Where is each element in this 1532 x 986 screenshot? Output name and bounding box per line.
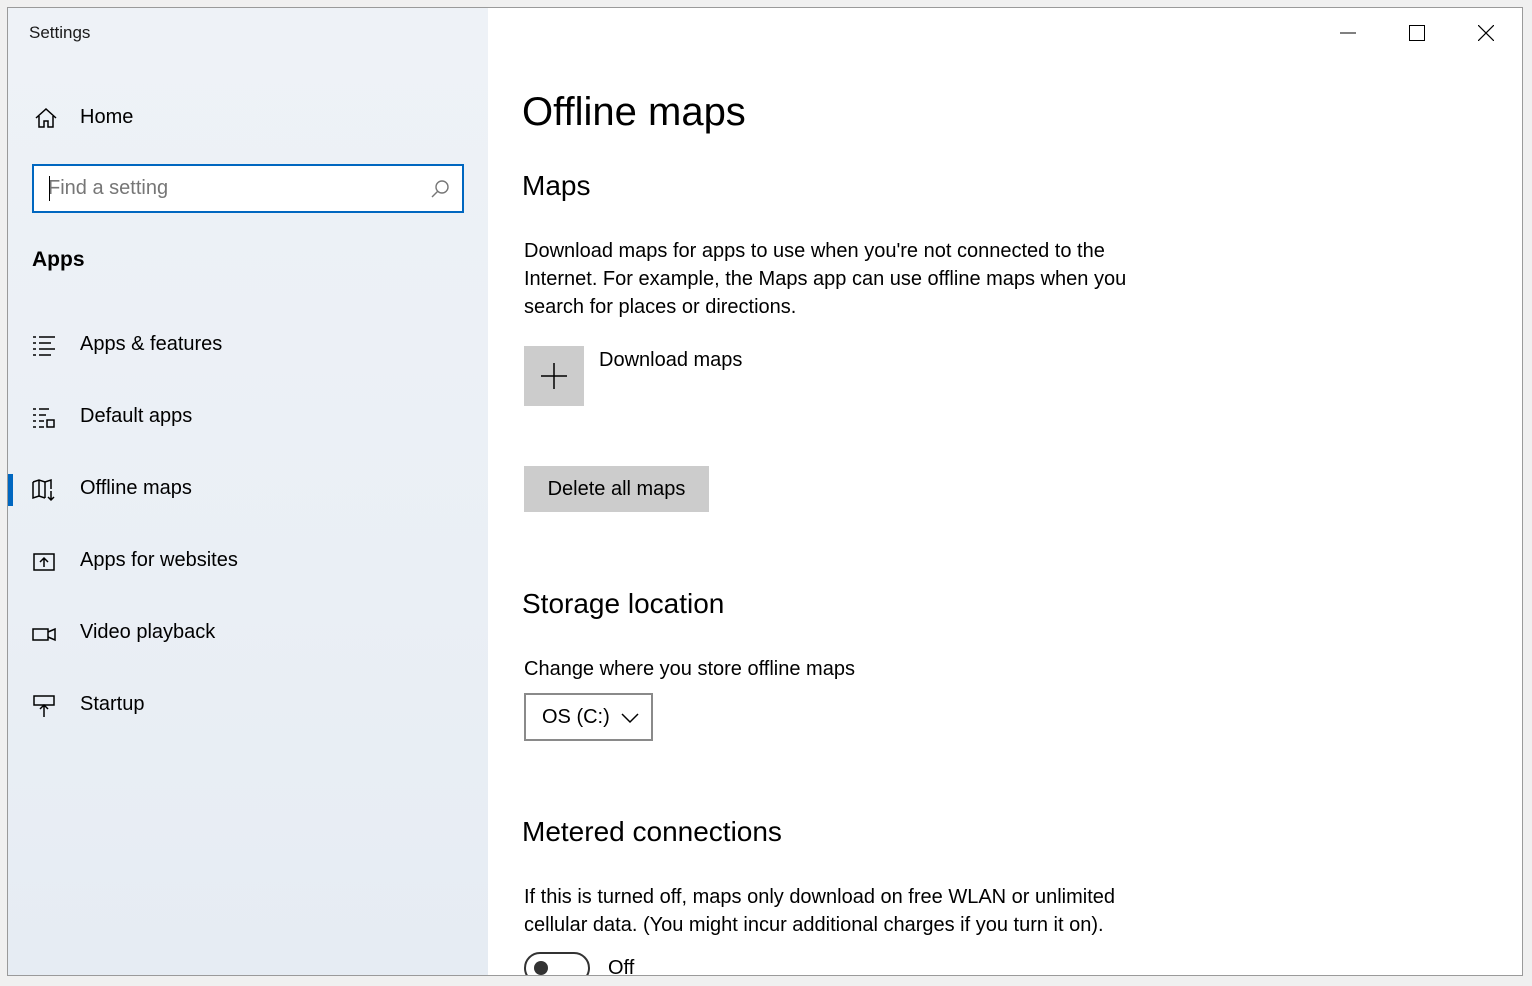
metered-connections-description: If this is turned off, maps only downloa… — [524, 886, 1116, 936]
search-icon[interactable] — [430, 179, 450, 199]
video-camera-icon — [32, 622, 56, 646]
delete-all-maps-button[interactable]: Delete all maps — [524, 466, 709, 512]
sidebar-item-label: Apps & features — [80, 333, 223, 355]
sidebar-item-video-playback[interactable]: Video playback — [8, 606, 488, 662]
home-icon — [34, 106, 58, 130]
metered-connections-toggle[interactable] — [524, 952, 590, 975]
sidebar: Settings Home Apps — [8, 8, 488, 975]
sidebar-home-label: Home — [80, 106, 134, 128]
page-title: Offline maps — [522, 90, 746, 134]
toggle-state-label: Off — [608, 957, 635, 976]
storage-location-dropdown[interactable]: OS (C:) — [524, 693, 653, 741]
maximize-icon — [1409, 25, 1425, 41]
search-input[interactable] — [48, 166, 408, 211]
close-button[interactable] — [1452, 8, 1521, 58]
sidebar-item-label: Apps for websites — [80, 549, 238, 571]
map-download-icon — [32, 478, 56, 502]
sidebar-home[interactable]: Home — [8, 96, 488, 140]
sidebar-item-default-apps[interactable]: Default apps — [8, 390, 488, 446]
metered-connections-heading: Metered connections — [522, 816, 782, 847]
close-icon — [1478, 25, 1494, 41]
dropdown-value: OS (C:) — [542, 706, 610, 728]
sidebar-item-label: Startup — [80, 693, 145, 715]
minimize-button[interactable] — [1314, 8, 1383, 58]
minimize-icon — [1340, 32, 1356, 34]
storage-location-heading: Storage location — [522, 588, 725, 619]
sidebar-item-label: Offline maps — [80, 477, 192, 499]
maps-heading: Maps — [522, 170, 591, 201]
selected-indicator — [8, 474, 13, 506]
plus-icon — [541, 363, 567, 389]
download-maps-label[interactable]: Download maps — [599, 349, 742, 372]
main-content: Offline maps Maps Download maps for apps… — [488, 8, 1522, 975]
sidebar-item-apps-for-websites[interactable]: Apps for websites — [8, 534, 488, 590]
sidebar-section-title: Apps — [32, 248, 85, 271]
download-maps-tile[interactable] — [524, 346, 584, 406]
list-icon — [32, 334, 56, 358]
app-title: Settings — [29, 23, 91, 42]
maps-description: Download maps for apps to use when you'r… — [524, 240, 1127, 318]
maximize-button[interactable] — [1383, 8, 1452, 58]
open-in-app-icon — [32, 550, 56, 574]
sidebar-item-apps-features[interactable]: Apps & features — [8, 318, 488, 374]
sidebar-item-offline-maps[interactable]: Offline maps — [8, 462, 488, 518]
settings-window: Settings Home Apps — [7, 7, 1523, 976]
text-cursor — [49, 176, 50, 201]
search-box[interactable] — [32, 164, 464, 213]
chevron-down-icon — [621, 711, 639, 724]
startup-icon — [32, 694, 56, 718]
sidebar-item-label: Default apps — [80, 405, 193, 427]
toggle-knob — [534, 961, 548, 975]
storage-location-description: Change where you store offline maps — [524, 658, 855, 680]
sidebar-item-label: Video playback — [80, 621, 216, 643]
sidebar-item-startup[interactable]: Startup — [8, 678, 488, 734]
default-apps-icon — [32, 406, 56, 430]
